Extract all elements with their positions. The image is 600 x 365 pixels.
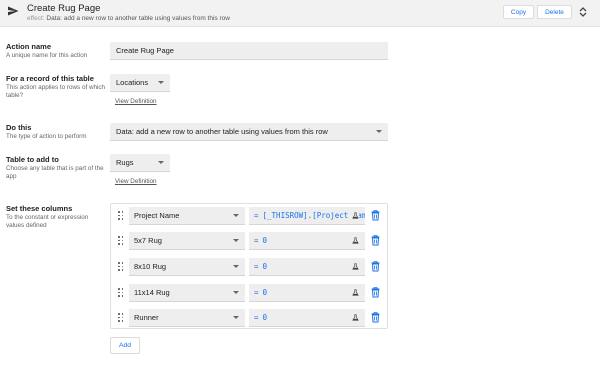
action-name-title: Action name (6, 42, 52, 51)
chevron-down-icon (376, 129, 382, 133)
table-to-add-title: Table to add to (6, 155, 59, 164)
action-subtitle: effect: Data: add a new row to another t… (27, 15, 230, 22)
record-table-title: For a record of this table (6, 74, 94, 83)
delete-button[interactable]: Delete (537, 5, 572, 19)
column-assignments-list: Project Name = [_THISROW].[Project Name] … (110, 203, 388, 329)
record-table-view-definition-link[interactable]: View Definition (115, 98, 157, 105)
flask-icon[interactable] (350, 211, 359, 220)
column-select[interactable]: Runner (129, 309, 245, 327)
copy-button[interactable]: Copy (503, 5, 534, 19)
chevron-down-icon (158, 160, 164, 164)
column-name: 5x7 Rug (134, 236, 162, 245)
column-select[interactable]: 8x10 Rug (129, 258, 245, 276)
chevron-down-icon (233, 290, 239, 294)
flask-icon[interactable] (350, 313, 359, 322)
record-table-select[interactable]: Locations (110, 74, 170, 92)
column-name: 11x14 Rug (134, 288, 170, 297)
table-to-add-view-definition-link[interactable]: View Definition (115, 178, 157, 185)
action-name-input[interactable]: Create Rug Page (110, 42, 388, 60)
trash-icon[interactable] (371, 210, 380, 221)
trash-icon[interactable] (371, 235, 380, 246)
trash-icon[interactable] (371, 287, 380, 298)
add-column-button[interactable]: Add (110, 337, 140, 354)
subtitle-prefix: effect: (27, 15, 45, 22)
column-assignment-row: Project Name = [_THISROW].[Project Name] (111, 205, 389, 227)
column-assignment-row: Runner = 0 (111, 307, 389, 329)
chevron-down-icon (233, 315, 239, 319)
record-table-label: For a record of this table This action a… (6, 74, 106, 99)
action-name-label: Action name A unique name for this actio… (6, 42, 106, 60)
expression-value: 0 (262, 262, 268, 271)
drag-handle-icon[interactable] (118, 211, 124, 220)
trash-icon[interactable] (371, 312, 380, 323)
expression-input[interactable]: = 0 (249, 232, 365, 250)
record-table-help: This action applies to rows of which tab… (6, 84, 106, 99)
column-name: Project Name (134, 211, 180, 220)
action-header: Create Rug Page effect: Data: add a new … (0, 0, 600, 27)
flask-icon[interactable] (350, 262, 359, 271)
expression-input[interactable]: = 0 (249, 284, 365, 302)
column-select[interactable]: Project Name (129, 207, 245, 225)
chevron-down-icon (233, 264, 239, 268)
column-assignment-row: 5x7 Rug = 0 (111, 230, 389, 252)
subtitle-text: Data: add a new row to another table usi… (46, 15, 230, 22)
action-name-help: A unique name for this action (6, 52, 88, 59)
equals-sign: = (254, 288, 259, 297)
drag-handle-icon[interactable] (118, 236, 124, 245)
chevron-down-icon (233, 238, 239, 242)
flask-icon[interactable] (350, 236, 359, 245)
column-assignment-row: 11x14 Rug = 0 (111, 282, 389, 304)
do-this-help: The type of action to perform (6, 133, 87, 140)
equals-sign: = (254, 262, 259, 271)
expression-value: 0 (262, 313, 268, 322)
chevron-down-icon (158, 80, 164, 84)
unfold-icon[interactable] (579, 7, 587, 17)
do-this-value: Data: add a new row to another table usi… (116, 127, 328, 136)
trash-icon[interactable] (371, 261, 380, 272)
table-to-add-label: Table to add to Choose any table that is… (6, 155, 106, 180)
column-assignment-row: 8x10 Rug = 0 (111, 256, 389, 278)
equals-sign: = (254, 211, 259, 220)
chevron-down-icon (233, 213, 239, 217)
flask-icon[interactable] (350, 288, 359, 297)
do-this-label: Do this The type of action to perform (6, 123, 106, 141)
send-icon (8, 6, 19, 16)
record-table-value: Locations (116, 78, 149, 87)
drag-handle-icon[interactable] (118, 262, 124, 271)
action-title: Create Rug Page (27, 3, 101, 14)
expression-input[interactable]: = [_THISROW].[Project Name] (249, 207, 365, 225)
expression-value: 0 (262, 236, 268, 245)
table-to-add-value: Rugs (116, 158, 134, 167)
set-columns-help: To the constant or expression values def… (6, 214, 89, 229)
do-this-select[interactable]: Data: add a new row to another table usi… (110, 123, 388, 141)
do-this-title: Do this (6, 123, 32, 132)
expression-value: 0 (262, 288, 268, 297)
drag-handle-icon[interactable] (118, 288, 124, 297)
set-columns-label: Set these columns To the constant or exp… (6, 204, 106, 229)
column-select[interactable]: 11x14 Rug (129, 284, 245, 302)
drag-handle-icon[interactable] (118, 313, 124, 322)
expression-input[interactable]: = 0 (249, 309, 365, 327)
table-to-add-help: Choose any table that is part of the app (6, 165, 104, 180)
equals-sign: = (254, 313, 259, 322)
column-name: Runner (134, 313, 159, 322)
equals-sign: = (254, 236, 259, 245)
column-name: 8x10 Rug (134, 262, 167, 271)
set-columns-title: Set these columns (6, 204, 73, 213)
column-select[interactable]: 5x7 Rug (129, 232, 245, 250)
table-to-add-select[interactable]: Rugs (110, 154, 170, 172)
expression-input[interactable]: = 0 (249, 258, 365, 276)
